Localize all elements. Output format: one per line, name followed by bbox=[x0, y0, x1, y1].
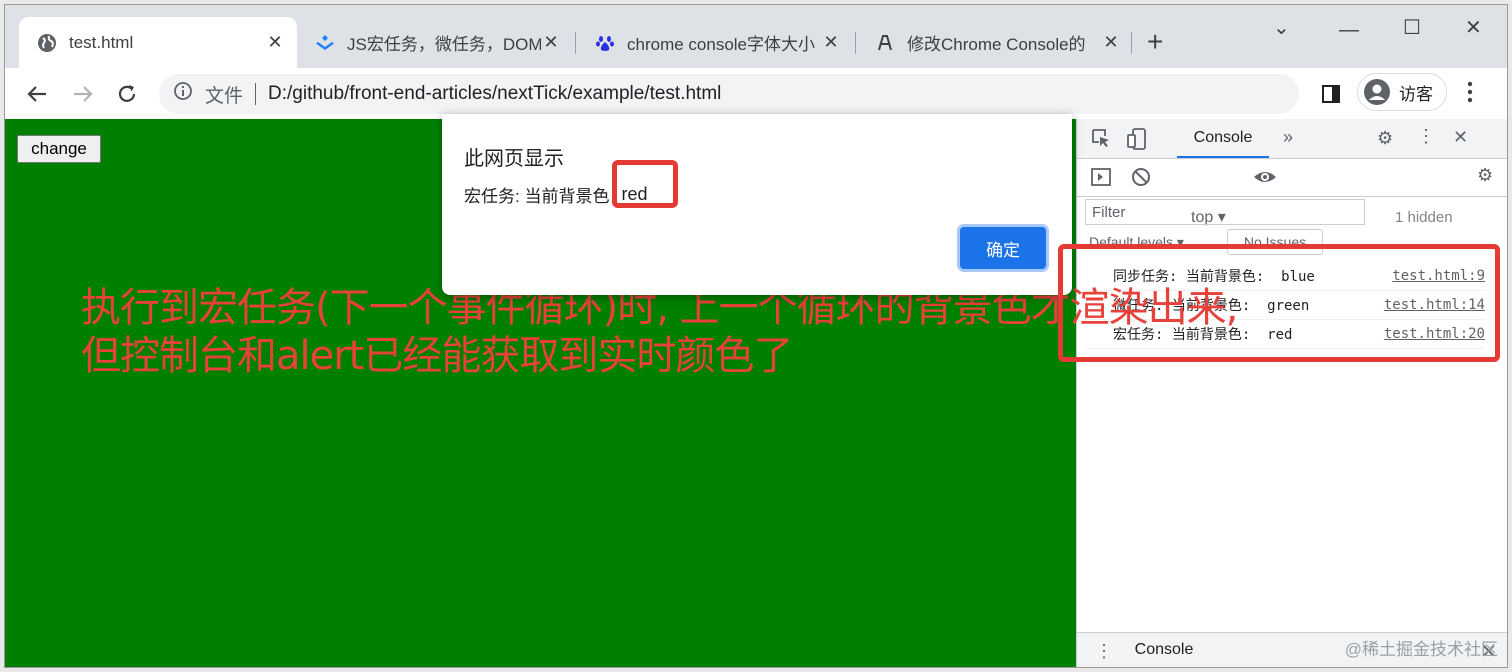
tab-separator bbox=[855, 32, 856, 54]
watermark: @稀土掘金技术社区 bbox=[1344, 640, 1498, 659]
maximize-button[interactable]: ☐ bbox=[1403, 15, 1421, 40]
clear-console-icon[interactable] bbox=[1131, 167, 1151, 187]
url-text: D:/github/front-end-articles/nextTick/ex… bbox=[268, 83, 722, 104]
side-panel-icon bbox=[1322, 85, 1340, 103]
tab-title: 修改Chrome Console的 bbox=[907, 35, 1086, 54]
more-tabs-icon[interactable]: » bbox=[1283, 127, 1293, 148]
pen-icon bbox=[875, 33, 895, 53]
tab-strip: test.html ✕ JS宏任务，微任务，DOM ✕ chrome conso… bbox=[5, 5, 1507, 68]
reload-button[interactable] bbox=[113, 80, 141, 108]
close-icon[interactable]: ✕ bbox=[821, 32, 841, 53]
close-icon[interactable]: ✕ bbox=[265, 32, 285, 53]
device-toolbar-icon[interactable] bbox=[1127, 128, 1147, 150]
more-menu-icon[interactable] bbox=[1467, 81, 1473, 108]
tab-title: test.html bbox=[69, 32, 134, 52]
globe-icon bbox=[37, 33, 57, 53]
tab-separator bbox=[575, 32, 576, 54]
alert-message-text: 宏任务: 当前背景色 bbox=[464, 187, 610, 206]
scheme-label: 文件 bbox=[205, 85, 244, 107]
forward-button[interactable] bbox=[69, 80, 97, 108]
highlight-box-console-logs bbox=[1058, 244, 1500, 362]
drawer-tab-console[interactable]: Console bbox=[1119, 633, 1209, 667]
console-settings-gear-icon[interactable]: ⚙ bbox=[1477, 165, 1493, 186]
tab-console[interactable]: Console bbox=[1177, 119, 1269, 158]
alert-dialog: 此网页显示 宏任务: 当前背景色 red 确定 bbox=[442, 114, 1072, 295]
side-panel-button[interactable] bbox=[1317, 80, 1345, 108]
tab-title: chrome console字体大小 bbox=[627, 35, 816, 54]
profile-label: 访客 bbox=[1399, 84, 1433, 104]
change-button[interactable]: change bbox=[17, 135, 101, 163]
drawer-menu-icon[interactable]: ⋮ bbox=[1095, 641, 1113, 662]
more-options-icon[interactable]: ⋮ bbox=[1417, 126, 1435, 147]
reload-icon bbox=[118, 85, 136, 102]
juejin-icon bbox=[315, 33, 335, 53]
hidden-count: 1 hidden bbox=[1395, 209, 1453, 226]
devtools-tabbar: Console » ⚙ ⋮ ✕ bbox=[1077, 119, 1507, 159]
devtools-panel: Console » ⚙ ⋮ ✕ top ▾ 1 hidden ⚙ Filter … bbox=[1076, 119, 1507, 667]
tab-title: JS宏任务，微任务，DOM bbox=[347, 35, 541, 54]
close-icon[interactable]: ✕ bbox=[1101, 32, 1121, 53]
gear-icon[interactable]: ⚙ bbox=[1377, 128, 1393, 149]
tab-js-tasks[interactable]: JS宏任务，微任务，DOM ✕ bbox=[297, 17, 573, 68]
highlight-box-alert-value bbox=[612, 160, 678, 208]
divider bbox=[255, 83, 257, 105]
tab-test-html[interactable]: test.html ✕ bbox=[19, 17, 297, 68]
alert-title: 此网页显示 bbox=[464, 148, 564, 170]
back-button[interactable] bbox=[23, 80, 51, 108]
sidebar-toggle-icon[interactable] bbox=[1091, 167, 1111, 187]
close-window-button[interactable]: ✕ bbox=[1465, 15, 1482, 40]
tab-modify-console[interactable]: 修改Chrome Console的 ✕ bbox=[857, 17, 1133, 68]
forward-arrow-icon bbox=[74, 86, 93, 102]
close-icon[interactable]: ✕ bbox=[541, 32, 561, 53]
tab-search-chevron-icon[interactable]: ⌄ bbox=[1273, 15, 1290, 40]
avatar-icon bbox=[1363, 78, 1391, 106]
back-arrow-icon bbox=[27, 86, 46, 102]
profile-button[interactable]: 访客 bbox=[1357, 73, 1447, 111]
tab-separator bbox=[1131, 32, 1132, 54]
close-icon[interactable]: ✕ bbox=[1453, 127, 1468, 148]
ok-button[interactable]: 确定 bbox=[960, 227, 1046, 269]
info-icon[interactable] bbox=[173, 81, 193, 107]
inspect-element-icon[interactable] bbox=[1091, 128, 1111, 148]
console-toolbar: top ▾ 1 hidden ⚙ bbox=[1077, 159, 1507, 226]
filter-input[interactable]: Filter bbox=[1085, 199, 1365, 225]
baidu-paw-icon bbox=[595, 33, 615, 53]
minimize-button[interactable]: — bbox=[1339, 19, 1359, 42]
address-bar[interactable]: 文件 D:/github/front-end-articles/nextTick… bbox=[159, 74, 1299, 114]
new-tab-button[interactable]: + bbox=[1147, 28, 1163, 56]
eye-icon[interactable] bbox=[1253, 167, 1277, 187]
tab-chrome-console-font[interactable]: chrome console字体大小 ✕ bbox=[577, 17, 853, 68]
toolbar: 文件 D:/github/front-end-articles/nextTick… bbox=[5, 68, 1507, 119]
